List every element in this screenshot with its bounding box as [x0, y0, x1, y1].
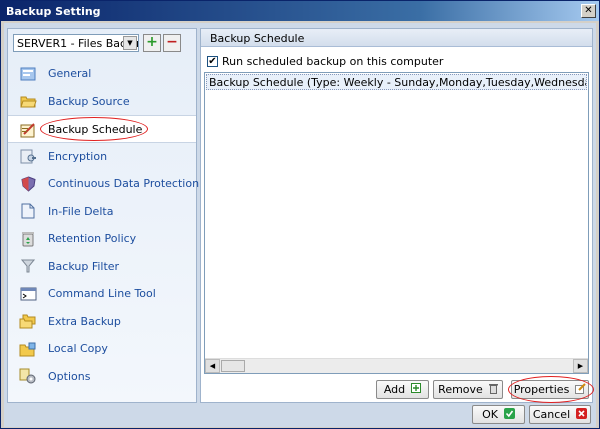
nav-item-label: Backup Source: [48, 94, 130, 108]
nav-item-backup-filter[interactable]: Backup Filter: [8, 253, 196, 281]
shield-icon: [19, 175, 37, 192]
ok-button[interactable]: OK: [472, 405, 525, 424]
general-icon: [19, 65, 37, 82]
document-icon: [19, 203, 37, 220]
nav-item-extra-backup[interactable]: Extra Backup: [8, 308, 196, 336]
run-scheduled-label: Run scheduled backup on this computer: [222, 54, 444, 68]
nav-list: General Backup Source Backup Schedule En…: [8, 60, 200, 391]
terminal-icon: [19, 285, 37, 302]
run-scheduled-checkbox[interactable]: ✔: [207, 55, 218, 67]
add-button[interactable]: Add: [376, 380, 429, 399]
backup-setting-window: Backup Setting ✕ SERVER1 - Files Backup …: [0, 0, 600, 429]
dialog-body: SERVER1 - Files Backup ▼ + − General Bac…: [4, 23, 596, 427]
run-scheduled-option[interactable]: ✔ Run scheduled backup on this computer: [207, 53, 443, 69]
plus-icon: +: [146, 34, 158, 50]
gears-icon: [19, 368, 37, 385]
nav-item-label: Command Line Tool: [48, 287, 156, 300]
properties-button-label: Properties: [513, 383, 570, 396]
cancel-button-label: Cancel: [532, 408, 571, 421]
nav-item-backup-source[interactable]: Backup Source: [8, 88, 196, 116]
properties-button[interactable]: Properties: [511, 380, 589, 399]
nav-item-encryption[interactable]: Encryption: [8, 143, 196, 171]
server-select[interactable]: SERVER1 - Files Backup ▼: [13, 34, 139, 52]
filter-icon: [19, 258, 37, 275]
server-select-value: SERVER1 - Files Backup: [17, 37, 139, 50]
nav-item-label: Backup Filter: [48, 259, 120, 273]
add-server-button[interactable]: +: [143, 34, 161, 52]
recycle-icon: [19, 230, 37, 247]
scroll-left-icon[interactable]: ◀: [205, 359, 220, 373]
nav-item-label: Options: [48, 369, 91, 383]
nav-item-local-copy[interactable]: Local Copy: [8, 335, 196, 363]
cancel-icon: [576, 407, 588, 422]
nav-item-label: Encryption: [48, 149, 108, 163]
nav-item-label: Continuous Data Protection: [48, 177, 200, 190]
folder-icon: [19, 93, 37, 110]
nav-item-backup-schedule[interactable]: Backup Schedule: [8, 115, 196, 143]
remove-button[interactable]: Remove: [433, 380, 503, 399]
scroll-thumb[interactable]: [221, 360, 245, 372]
close-icon: ✕: [584, 5, 593, 16]
scroll-right-icon[interactable]: ▶: [573, 359, 588, 373]
remove-server-button[interactable]: −: [163, 34, 181, 52]
remove-button-label: Remove: [438, 383, 483, 396]
settings-nav-panel: SERVER1 - Files Backup ▼ + − General Bac…: [7, 28, 200, 403]
nav-item-general[interactable]: General: [8, 60, 196, 88]
title-bar: Backup Setting ✕: [1, 1, 599, 21]
chevron-down-icon[interactable]: ▼: [123, 36, 137, 50]
nav-item-label: Retention Policy: [48, 232, 137, 245]
ok-button-label: OK: [482, 408, 498, 421]
nav-item-label: General: [48, 67, 92, 80]
minus-icon: −: [166, 34, 178, 50]
nav-item-label: In-File Delta: [48, 204, 114, 218]
window-title: Backup Setting: [6, 5, 101, 18]
edit-icon: [575, 382, 587, 397]
schedule-panel: Backup Schedule ✔ Run scheduled backup o…: [200, 28, 594, 403]
nav-item-label: Local Copy: [48, 342, 108, 355]
folders-icon: [19, 313, 37, 330]
nav-item-command-line-tool[interactable]: Command Line Tool: [8, 280, 196, 308]
schedule-entry-text: Backup Schedule (Type: Weekly - Sunday,M…: [209, 76, 586, 89]
cancel-button[interactable]: Cancel: [529, 405, 591, 424]
nav-item-options[interactable]: Options: [8, 363, 196, 391]
nav-item-retention-policy[interactable]: Retention Policy: [8, 225, 196, 253]
nav-item-label: Backup Schedule: [48, 123, 143, 136]
nav-item-label: Extra Backup: [48, 314, 121, 328]
horizontal-scrollbar[interactable]: ◀ ▶: [205, 358, 588, 373]
encryption-icon: [19, 148, 37, 165]
add-button-label: Add: [383, 383, 406, 396]
nav-item-in-file-delta[interactable]: In-File Delta: [8, 198, 196, 226]
schedule-list[interactable]: Backup Schedule (Type: Weekly - Sunday,M…: [204, 72, 589, 374]
schedule-icon: [19, 121, 37, 138]
add-icon: [411, 383, 422, 396]
close-button[interactable]: ✕: [581, 4, 596, 18]
panel-title: Backup Schedule: [201, 29, 592, 47]
trash-icon: [488, 383, 498, 397]
list-item[interactable]: Backup Schedule (Type: Weekly - Sunday,M…: [206, 74, 587, 90]
copy-folder-icon: [19, 340, 37, 357]
checkmark-icon: [503, 407, 515, 422]
nav-item-continuous-data-protection[interactable]: Continuous Data Protection: [8, 170, 200, 198]
